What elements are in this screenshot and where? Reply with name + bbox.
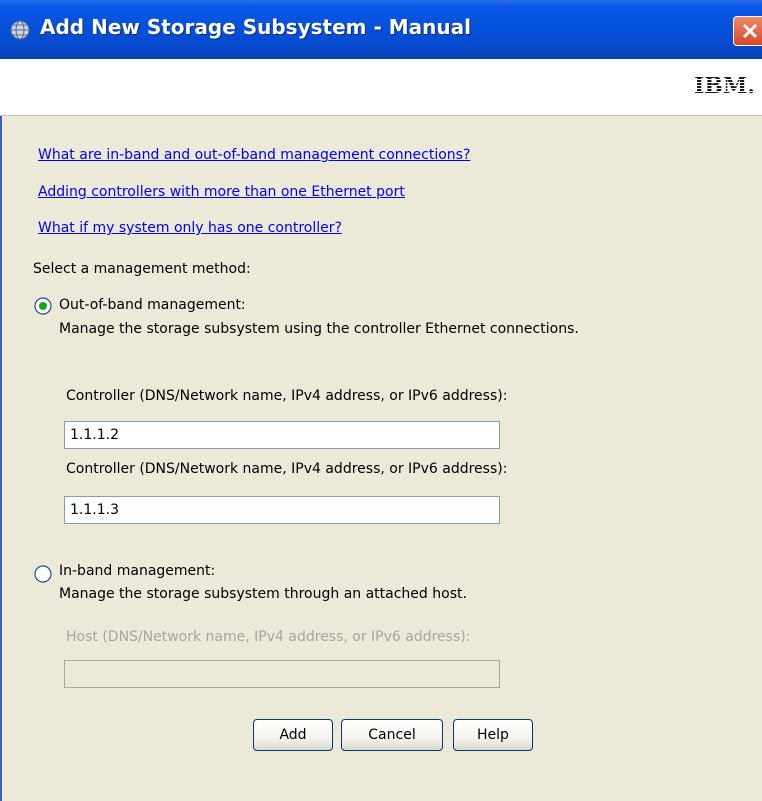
method-prompt: Select a management method: [33,261,251,277]
help-link-one-controller[interactable]: What if my system only has one controlle… [38,220,342,236]
ibm-logo: IBM. [694,74,760,96]
out-of-band-description: Manage the storage subsystem using the c… [59,321,579,337]
svg-text:IBM.: IBM. [694,74,755,96]
out-of-band-label[interactable]: Out-of-band management: [59,297,246,313]
controller2-label: Controller (DNS/Network name, IPv4 addre… [66,461,507,477]
help-button[interactable]: Help [453,719,533,751]
add-button[interactable]: Add [253,719,333,751]
storage-app-icon [10,20,30,40]
cancel-button[interactable]: Cancel [341,719,443,751]
host-input[interactable] [64,660,500,688]
help-link-multiple-ethernet[interactable]: Adding controllers with more than one Et… [38,184,405,200]
help-link-band-connections[interactable]: What are in-band and out-of-band managem… [38,147,470,163]
dialog-window: Add New Storage Subsystem - Manual IBM. … [0,0,762,801]
close-button[interactable] [733,16,762,46]
controller2-input[interactable] [64,496,500,524]
close-icon [741,22,759,40]
host-label: Host (DNS/Network name, IPv4 address, or… [66,629,470,645]
title-bar[interactable]: Add New Storage Subsystem - Manual [0,0,762,59]
in-band-label[interactable]: In-band management: [59,563,215,579]
controller1-label: Controller (DNS/Network name, IPv4 addre… [66,388,507,404]
in-band-radio[interactable] [34,565,52,583]
dialog-content: What are in-band and out-of-band managem… [0,116,762,801]
in-band-description: Manage the storage subsystem through an … [59,586,467,602]
header-banner [0,59,762,116]
out-of-band-radio[interactable] [34,297,52,315]
window-title: Add New Storage Subsystem - Manual [40,15,471,39]
controller1-input[interactable] [64,421,500,449]
